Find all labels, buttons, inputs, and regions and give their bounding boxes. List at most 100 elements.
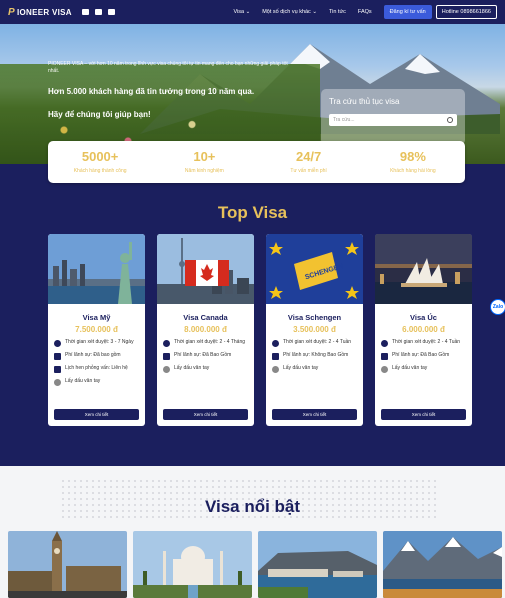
feature-text: Lấy dấu vân tay: [174, 365, 210, 371]
social-links: [81, 9, 115, 15]
featured-image-new-zealand[interactable]: [383, 531, 502, 598]
view-details-button[interactable]: Xem chi tiết: [54, 409, 139, 420]
stat-experience: 10+ Năm kinh nghiệm: [152, 141, 256, 183]
card-feature: Thời gian xét duyệt: 2 - 4 Tuần: [375, 339, 472, 347]
menu-item-news[interactable]: Tin tức: [329, 9, 346, 15]
card-price: 8.000.000 đ: [184, 325, 227, 334]
schengen-flag-image: SCHENGEN: [266, 234, 363, 304]
card-name: Visa Schengen: [287, 313, 342, 322]
card-feature: Phí lãnh sự: Không Bao Gồm: [266, 352, 363, 360]
card-name: Visa Canada: [183, 313, 228, 322]
visa-card-schengen[interactable]: SCHENGEN Visa Schengen 3.500.000 đ Thời …: [266, 234, 363, 426]
youtube-icon[interactable]: [107, 9, 115, 15]
stats-bar: 5000+ Khách hàng thành công 10+ Năm kinh…: [48, 141, 465, 183]
card-feature: Thời gian xét duyệt: 2 - 4 Tháng: [157, 339, 254, 347]
feature-text: Lấy dấu vân tay: [392, 365, 428, 371]
sydney-opera-house-image: [375, 234, 472, 304]
stat-value: 24/7: [295, 149, 322, 164]
page: P IONEER VISA Visa ⌄ Một số dịch vụ khác…: [0, 0, 505, 598]
canada-flag-image: [157, 234, 254, 304]
bank-icon: [381, 353, 388, 360]
card-feature: Lấy dấu vân tay: [157, 365, 254, 373]
hero-intro: PIONEER VISA – với hơn 10 năm trong lĩnh…: [48, 61, 288, 74]
feature-text: Thời gian xét duyệt: 2 - 4 Tuần: [392, 339, 461, 345]
view-details-button[interactable]: Xem chi tiết: [272, 409, 357, 420]
clock-icon: [381, 340, 388, 347]
featured-image-cape-town[interactable]: [258, 531, 377, 598]
lookup-search-input[interactable]: Tra cứu...: [329, 114, 457, 126]
search-icon[interactable]: [447, 117, 453, 123]
feature-text: Thời gian xét duyệt: 3 - 7 Ngày: [65, 339, 134, 345]
featured-image-taj-mahal[interactable]: [133, 531, 252, 598]
visa-lookup-box: Tra cứu thủ tục visa Tra cứu...: [321, 89, 465, 145]
stat-satisfaction: 98% Khách hàng hài lòng: [361, 141, 465, 183]
stat-value: 5000+: [81, 149, 119, 164]
register-consult-button[interactable]: Đăng kí tư vấn: [383, 5, 432, 19]
feature-text: Lịch hen phỏng vấn: Liên hệ: [65, 365, 128, 371]
view-details-button[interactable]: Xem chi tiết: [163, 409, 248, 420]
feature-text: Thời gian xét duyệt: 2 - 4 Tuần: [283, 339, 352, 345]
feature-text: Phí lãnh sự: Không Bao Gồm: [283, 352, 349, 358]
bank-icon: [272, 353, 279, 360]
clock-icon: [54, 340, 61, 347]
stat-label: Khách hàng thành công: [73, 168, 127, 174]
clock-icon: [163, 340, 170, 347]
visa-card-australia[interactable]: Visa Úc 6.000.000 đ Thời gian xét duyệt:…: [375, 234, 472, 426]
lookup-title: Tra cứu thủ tục visa: [329, 97, 400, 106]
menu-item-other-services[interactable]: Một số dịch vụ khác ⌄: [262, 9, 317, 15]
clock-icon: [272, 340, 279, 347]
card-name: Visa Úc: [410, 313, 437, 322]
feature-text: Phí lãnh sự: Đã Bao Gồm: [392, 352, 450, 358]
card-price: 7.500.000 đ: [75, 325, 118, 334]
card-name: Visa Mỹ: [82, 313, 111, 322]
feature-text: Lấy dấu vân tay: [283, 365, 319, 371]
feature-text: Lấy dấu vân tay: [65, 378, 101, 384]
top-visa-cards: Visa Mỹ 7.500.000 đ Thời gian xét duyệt:…: [48, 234, 472, 426]
fingerprint-icon: [54, 379, 61, 386]
hero-line-2: Hãy để chúng tôi giúp bạn!: [48, 110, 151, 119]
card-feature: Lịch hen phỏng vấn: Liên hệ: [48, 365, 145, 373]
card-feature: Lấy dấu vân tay: [266, 365, 363, 373]
main-menu: Visa ⌄ Một số dịch vụ khác ⌄ Tin tức FAQ…: [233, 5, 432, 19]
featured-visa-title: Visa nổi bật: [204, 497, 301, 516]
featured-image-london[interactable]: [8, 531, 127, 598]
card-price: 6.000.000 đ: [402, 325, 445, 334]
menu-item-visa[interactable]: Visa ⌄: [233, 9, 250, 15]
fingerprint-icon: [163, 366, 170, 373]
view-details-button[interactable]: Xem chi tiết: [381, 409, 466, 420]
card-feature: Phí lãnh sự: Đã Bao Gồm: [375, 352, 472, 360]
featured-visa-images: [8, 531, 502, 598]
calendar-icon: [54, 366, 61, 373]
stat-customers: 5000+ Khách hàng thành công: [48, 141, 152, 183]
stat-value: 98%: [399, 149, 426, 164]
logo-text: IONEER VISA: [16, 7, 72, 17]
logo-mark: P: [8, 6, 15, 18]
bank-icon: [163, 353, 170, 360]
hero-text: PIONEER VISA – với hơn 10 năm trong lĩnh…: [48, 61, 308, 119]
facebook-icon[interactable]: [81, 9, 89, 15]
card-feature: Phí lãnh sự: Đã bao gồm: [48, 352, 145, 360]
logo[interactable]: P IONEER VISA: [8, 7, 72, 18]
top-navbar: P IONEER VISA Visa ⌄ Một số dịch vụ khác…: [0, 0, 505, 24]
hero-line-1: Hơn 5.000 khách hàng đã tin tưởng trong …: [48, 87, 255, 96]
stat-support: 24/7 Tư vấn miễn phí: [257, 141, 361, 183]
bank-icon: [54, 353, 61, 360]
fingerprint-icon: [381, 366, 388, 373]
fingerprint-icon: [272, 366, 279, 373]
mail-icon[interactable]: [94, 9, 102, 15]
card-feature: Lấy dấu vân tay: [375, 365, 472, 373]
search-placeholder: Tra cứu...: [333, 117, 355, 123]
menu-item-faqs[interactable]: FAQs: [358, 9, 372, 15]
card-feature: Thời gian xét duyệt: 2 - 4 Tuần: [266, 339, 363, 347]
visa-card-usa[interactable]: Visa Mỹ 7.500.000 đ Thời gian xét duyệt:…: [48, 234, 145, 426]
stat-label: Khách hàng hài lòng: [390, 168, 436, 174]
stat-label: Tư vấn miễn phí: [290, 168, 327, 174]
visa-card-canada[interactable]: Visa Canada 8.000.000 đ Thời gian xét du…: [157, 234, 254, 426]
usa-statue-image: [48, 234, 145, 304]
stat-value: 10+: [193, 149, 216, 164]
card-feature: Thời gian xét duyệt: 3 - 7 Ngày: [48, 339, 145, 347]
zalo-chat-button[interactable]: Zalo: [490, 299, 505, 315]
card-price: 3.500.000 đ: [293, 325, 336, 334]
top-visa-title: Top Visa: [217, 203, 288, 222]
hotline-button[interactable]: Hotline 0898661866: [435, 5, 497, 19]
